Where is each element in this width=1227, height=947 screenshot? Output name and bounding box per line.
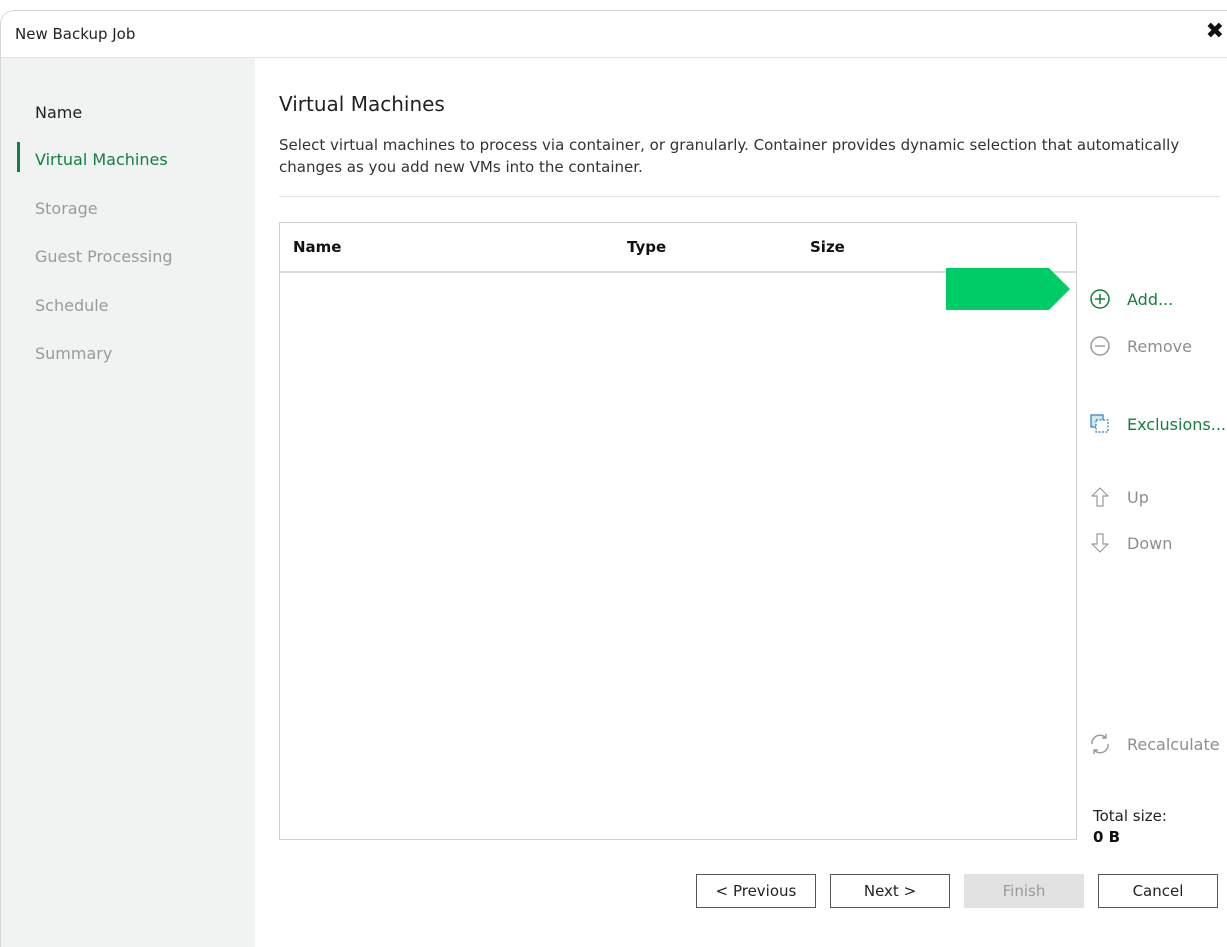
- step-storage: Storage: [35, 199, 98, 218]
- finish-button[interactable]: Finish: [964, 874, 1084, 908]
- refresh-icon: [1091, 734, 1109, 754]
- step-schedule: Schedule: [35, 296, 109, 315]
- previous-button[interactable]: < Previous: [696, 874, 816, 908]
- arrow-up-icon: [1091, 487, 1109, 507]
- main-panel: Virtual Machines Select virtual machines…: [255, 58, 1227, 947]
- minus-circle-icon: [1090, 336, 1110, 356]
- exclusions-label: Exclusions...: [1127, 415, 1226, 434]
- plus-circle-icon: [1090, 289, 1110, 309]
- page-title: Virtual Machines: [279, 92, 445, 116]
- page-description: Select virtual machines to process via c…: [279, 136, 1180, 176]
- new-backup-job-dialog: New Backup Job ✖ Name Virtual Machines S…: [0, 10, 1227, 947]
- remove-label: Remove: [1127, 337, 1192, 356]
- recalculate-label: Recalculate: [1127, 735, 1220, 754]
- close-icon[interactable]: ✖: [1206, 19, 1224, 44]
- arrow-down-icon: [1091, 533, 1109, 553]
- next-button[interactable]: Next >: [830, 874, 950, 908]
- exclusions-icon: [1090, 414, 1109, 433]
- up-label: Up: [1127, 488, 1149, 507]
- add-label: Add...: [1127, 290, 1174, 309]
- header-divider: [279, 196, 1220, 197]
- column-header-name[interactable]: Name: [293, 238, 341, 256]
- step-guest-processing: Guest Processing: [35, 247, 173, 266]
- column-header-type[interactable]: Type: [627, 238, 666, 256]
- window-title: New Backup Job: [15, 25, 136, 43]
- vm-list-table[interactable]: Name Type Size: [279, 222, 1077, 840]
- step-virtual-machines[interactable]: Virtual Machines: [35, 150, 168, 169]
- step-name[interactable]: Name: [35, 103, 82, 122]
- column-header-size[interactable]: Size: [810, 238, 845, 256]
- down-label: Down: [1127, 534, 1173, 553]
- total-size-value: 0 B: [1093, 828, 1121, 846]
- title-bar: New Backup Job ✖: [1, 11, 1227, 58]
- wizard-steps-sidebar: Name Virtual Machines Storage Guest Proc…: [1, 58, 255, 947]
- cancel-button[interactable]: Cancel: [1098, 874, 1218, 908]
- active-step-indicator: [17, 142, 20, 172]
- highlight-arrow-pointer: [946, 268, 1070, 310]
- table-header: Name Type Size: [280, 223, 1076, 273]
- total-size-label: Total size:: [1093, 807, 1167, 825]
- step-summary: Summary: [35, 344, 113, 363]
